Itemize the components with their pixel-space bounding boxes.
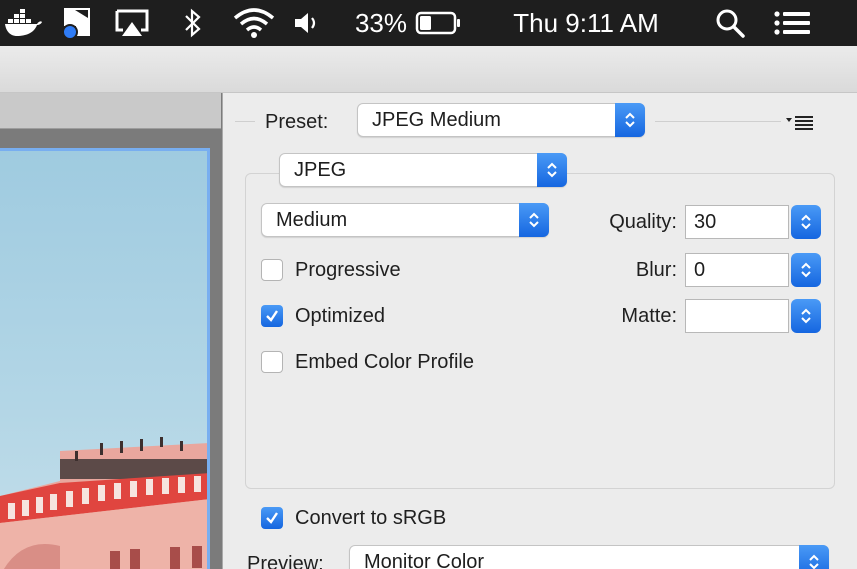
menu-bar: 33% Thu 9:11 AM [0, 0, 857, 46]
matte-field[interactable] [685, 299, 789, 333]
clock[interactable]: Thu 9:11 AM [496, 0, 676, 46]
progressive-label: Progressive [295, 259, 401, 281]
wifi-icon[interactable] [230, 0, 278, 46]
blur-value: 0 [694, 259, 706, 281]
checkmark-icon [266, 310, 278, 322]
blur-stepper[interactable] [791, 253, 821, 287]
docker-icon[interactable] [2, 0, 44, 46]
bluetooth-icon[interactable] [180, 0, 206, 46]
convert-srgb-label: Convert to sRGB [295, 507, 447, 529]
chevron-up-down-icon [799, 545, 829, 569]
creative-cloud-icon[interactable] [58, 0, 96, 46]
divider [235, 121, 255, 122]
preset-popup[interactable]: JPEG Medium [357, 103, 645, 137]
settings-menu-icon[interactable] [783, 105, 817, 139]
optimized-checkbox[interactable] [261, 305, 283, 327]
spotlight-search-icon[interactable] [710, 0, 750, 46]
preview-value: Monitor Color [364, 551, 485, 569]
format-popup[interactable]: JPEG [279, 153, 567, 187]
chevron-up-down-icon [519, 203, 549, 237]
airplay-icon[interactable] [112, 0, 152, 46]
matte-stepper[interactable] [791, 299, 821, 333]
image-preview[interactable] [0, 148, 210, 569]
quality-value: 30 [694, 211, 717, 233]
preview-tab-header [0, 93, 221, 129]
embed-color-profile-label: Embed Color Profile [295, 351, 474, 373]
preset-value: JPEG Medium [372, 109, 501, 131]
format-value: JPEG [294, 159, 347, 181]
window-toolbar [0, 46, 857, 93]
progressive-checkbox[interactable] [261, 259, 283, 281]
optimized-label: Optimized [295, 305, 386, 327]
preview-label: Preview: [247, 553, 324, 569]
optimize-settings-panel: Preset: JPEG Medium JPEG Medium Quality:… [223, 93, 857, 569]
quality-field[interactable]: 30 [685, 205, 789, 239]
battery-percent-text: 33% [354, 7, 408, 38]
divider [655, 121, 781, 122]
volume-icon[interactable] [292, 0, 324, 46]
chevron-up-down-icon [537, 153, 567, 187]
convert-srgb-checkbox[interactable] [261, 507, 283, 529]
battery-percent: 33% [350, 0, 412, 46]
quality-level-popup[interactable]: Medium [261, 203, 549, 237]
quality-stepper[interactable] [791, 205, 821, 239]
clock-text: Thu 9:11 AM [513, 7, 659, 38]
chevron-up-down-icon [615, 103, 645, 137]
checkmark-icon [266, 512, 278, 524]
quality-label: Quality: [609, 211, 677, 233]
blur-field[interactable]: 0 [685, 253, 789, 287]
battery-icon[interactable] [414, 0, 464, 46]
preview-popup[interactable]: Monitor Color [349, 545, 829, 569]
embed-color-profile-checkbox[interactable] [261, 351, 283, 373]
notification-center-icon[interactable] [770, 0, 814, 46]
preset-label: Preset: [265, 111, 329, 133]
matte-label: Matte: [621, 305, 677, 327]
quality-level-value: Medium [276, 209, 348, 231]
blur-label: Blur: [635, 259, 677, 281]
